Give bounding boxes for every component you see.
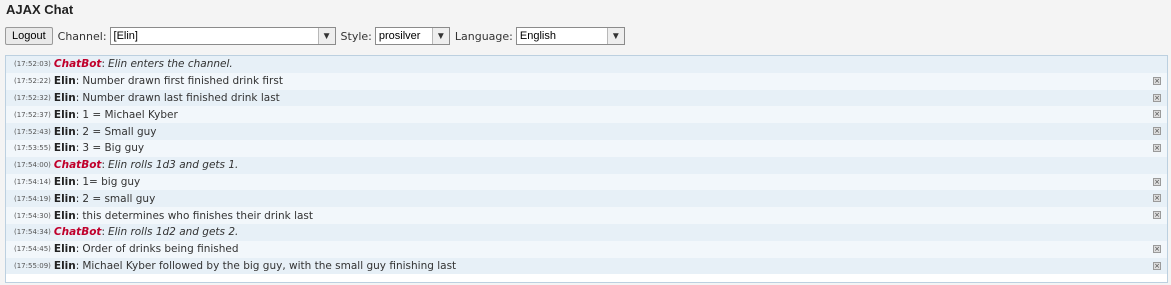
message-separator: : [101,226,105,239]
message-text: 1 = Michael Kyber [82,108,178,121]
message-time: (17:54:14) [14,177,51,186]
message-text: Elin rolls 1d2 and gets 2. [107,226,239,239]
chat-message: (17:54:30) Elin: this determines who finis… [6,207,1167,224]
message-time: (17:53:55) [14,144,51,153]
message-user[interactable]: Elin [54,142,76,154]
message-separator: : [75,175,80,188]
language-select[interactable]: English ▼ [515,27,625,45]
message-time: (17:54:00) [14,161,51,170]
message-text: Elin enters the channel. [107,58,233,71]
toolbar: Logout Channel: [Elin] ▼ Style: prosilve… [5,26,625,46]
message-user[interactable]: Elin [54,126,76,138]
message-time: (17:54:34) [14,228,51,237]
chat-message: (17:54:45) Elin: Order of drinks being fin… [6,240,1167,258]
message-separator: : [75,108,80,121]
delete-message-icon[interactable]: × [1153,244,1161,253]
message-text: Michael Kyber followed by the big guy, w… [82,259,457,272]
message-text: Number drawn first finished drink first [82,75,283,88]
message-separator: : [101,159,105,172]
message-time: (17:54:45) [14,245,51,254]
chat-message: (17:52:43) Elin:2 = Small guy × [6,123,1167,140]
delete-message-icon[interactable]: × [1153,261,1161,270]
message-text: Elin rolls 1d3 and gets 1. [107,159,239,172]
message-separator: : [75,243,80,256]
chevron-down-icon[interactable]: ▼ [606,28,624,44]
message-separator: : [75,125,80,138]
style-select[interactable]: prosilver ▼ [374,27,450,45]
delete-message-icon[interactable]: × [1153,76,1161,85]
message-text: Number drawn last finished drink last [82,91,280,104]
chat-message: (17:54:14) Elin:1= big guy × [6,173,1167,191]
chat-message: (17:52:37) Elin:1 = Michael Kyber × [6,106,1167,124]
message-separator: : [75,91,80,104]
message-user[interactable]: Elin [54,210,76,222]
message-user[interactable]: Elin [54,260,76,272]
message-time: (17:54:30) [14,211,51,220]
message-separator: : [75,142,80,155]
chat-message: (17:55:09) Elin: Michael Kyber followed by… [6,257,1167,275]
language-value: English [519,30,556,42]
chat-message: (17:54:19) Elin:2 = small guy × [6,190,1167,208]
message-text: 1= big guy [82,175,141,188]
message-time: (17:52:03) [14,60,51,69]
message-time: (17:52:43) [14,127,51,136]
message-user[interactable]: ChatBot [54,159,102,171]
message-time: (17:55:09) [14,261,51,270]
message-user[interactable]: Elin [54,193,76,205]
chat-message: (17:52:32) Elin: Number drawn last finishe… [6,89,1167,107]
language-label: Language: [454,29,513,43]
message-user[interactable]: Elin [54,92,76,104]
delete-message-icon[interactable]: × [1153,110,1161,119]
message-user[interactable]: ChatBot [54,58,102,70]
message-time: (17:52:32) [14,93,51,102]
message-text: 2 = Small guy [82,125,157,138]
message-time: (17:52:22) [14,77,51,86]
chevron-down-icon[interactable]: ▼ [431,28,449,44]
channel-value: [Elin] [113,30,138,42]
logout-button[interactable]: Logout [5,27,53,45]
chat-message: (17:54:00) ChatBot: Elin rolls 1d3 and get… [6,156,1167,174]
style-label: Style: [340,29,372,43]
delete-message-icon[interactable]: × [1153,93,1161,102]
message-user[interactable]: ChatBot [54,226,102,238]
message-user[interactable]: Elin [54,176,76,188]
message-user[interactable]: Elin [54,109,76,121]
chat-message: (17:52:22) Elin: Number drawn first finish… [6,72,1167,90]
delete-message-icon[interactable]: × [1153,177,1161,186]
app-title: AJAX Chat [6,2,74,17]
channel-select[interactable]: [Elin] ▼ [109,27,336,45]
chat-list[interactable]: (17:52:03) ChatBot: Elin enters the channe… [5,55,1168,283]
message-text: this determines who finishes their drink… [82,209,314,222]
message-separator: : [75,192,80,205]
chat-message: (17:52:03) ChatBot: Elin enters the channe… [6,56,1167,73]
message-time: (17:52:37) [14,110,51,119]
delete-message-icon[interactable]: × [1153,127,1161,136]
message-text: Order of drinks being finished [82,243,239,256]
message-user[interactable]: Elin [54,243,76,255]
message-text: 3 = Big guy [82,142,145,155]
message-separator: : [75,209,80,222]
chat-message: (17:53:55) Elin:3 = Big guy × [6,139,1167,157]
message-separator: : [101,58,105,71]
message-text: 2 = small guy [82,192,156,205]
chat-message: (17:54:34) ChatBot: Elin rolls 1d2 and get… [6,223,1167,241]
message-separator: : [75,259,80,272]
channel-label: Channel: [57,29,107,43]
chevron-down-icon[interactable]: ▼ [317,28,335,44]
style-value: prosilver [378,30,421,42]
message-user[interactable]: Elin [54,75,76,87]
delete-message-icon[interactable]: × [1153,211,1161,220]
message-time: (17:54:19) [14,194,51,203]
delete-message-icon[interactable]: × [1153,143,1161,152]
delete-message-icon[interactable]: × [1153,194,1161,203]
message-separator: : [75,75,80,88]
